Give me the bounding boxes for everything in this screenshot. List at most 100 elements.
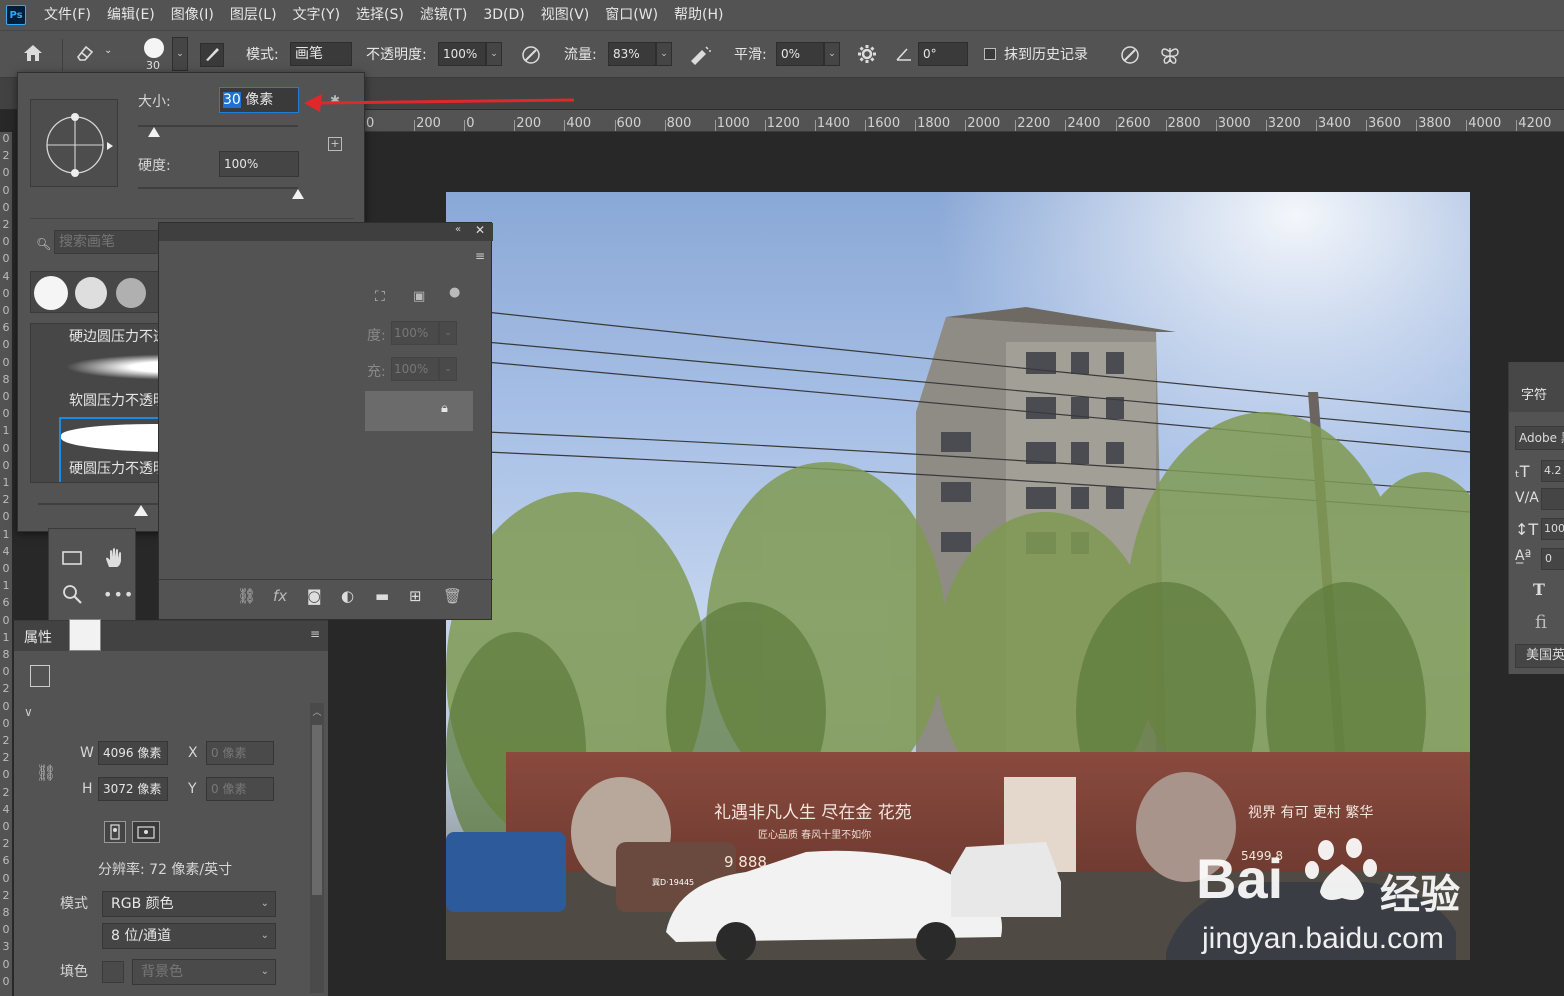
rectangle-tool-icon[interactable] — [61, 547, 85, 571]
airbrush-icon[interactable] — [686, 44, 714, 68]
properties-header[interactable]: 属性 ≡ — [14, 621, 328, 651]
gear-icon[interactable] — [856, 44, 878, 66]
character-tab-label: 字符 — [1521, 388, 1548, 403]
bit-depth-value: 8 位/通道 — [111, 928, 172, 944]
character-tab[interactable]: 字符 — [1509, 362, 1564, 412]
hardness-input[interactable]: 100% — [219, 151, 299, 177]
brush-preview-icon[interactable] — [142, 37, 166, 61]
preview-size-slider-handle[interactable] — [134, 505, 148, 516]
vertical-scale-input[interactable]: 100 — [1541, 518, 1564, 540]
trash-icon[interactable]: 🗑︎ — [443, 587, 462, 605]
baseline-input[interactable]: 0 — [1541, 548, 1564, 570]
x-input[interactable]: 0 像素 — [206, 741, 274, 765]
adjustment-layer-icon[interactable]: ◐ — [341, 587, 354, 605]
home-icon[interactable] — [20, 43, 46, 67]
height-input[interactable]: 3072 像素 — [98, 777, 168, 801]
panel-menu-icon[interactable]: ≡ — [310, 627, 320, 641]
layers-panel-header[interactable]: « ✕ — [159, 223, 493, 241]
menu-item[interactable]: 文件(F) — [36, 0, 99, 30]
smoothing-input[interactable]: 0% — [776, 42, 824, 66]
menu-item[interactable]: 3D(D) — [475, 0, 532, 30]
bit-depth-select[interactable]: 8 位/通道 ⌄ — [102, 923, 276, 949]
group-folder-icon[interactable]: ▬ — [375, 587, 389, 605]
photoshop-logo-icon[interactable]: Ps — [6, 5, 26, 25]
size-slider-track[interactable] — [138, 125, 298, 127]
ruler-tick-mark — [1115, 120, 1117, 131]
brush-settings-panel-icon[interactable] — [200, 43, 224, 67]
brush-tip-preview[interactable] — [30, 99, 118, 187]
menu-item[interactable]: 文字(Y) — [285, 0, 348, 30]
smoothing-dropdown[interactable]: ⌄ — [824, 42, 840, 66]
menu-item[interactable]: 窗口(W) — [597, 0, 666, 30]
mode-label: 模式: — [246, 47, 279, 63]
ruler-left-digit: 0 — [2, 871, 10, 885]
font-size-input[interactable]: 4.2 — [1541, 460, 1564, 482]
flow-dropdown[interactable]: ⌄ — [656, 42, 672, 66]
menu-item[interactable]: 视图(V) — [533, 0, 598, 30]
section-collapse-chevron-icon[interactable]: ∨ — [24, 705, 33, 719]
size-slider-handle[interactable] — [148, 127, 160, 137]
color-mode-select[interactable]: RGB 颜色 ⌄ — [102, 891, 276, 917]
zoom-tool-icon[interactable] — [61, 583, 85, 607]
options-bar: ⌄ 30 ⌄ 模式: 画笔 不透明度: 100% ⌄ 流量: 83% ⌄ 平滑:… — [0, 30, 1564, 78]
document-properties-icon[interactable] — [30, 665, 50, 687]
layer-mask-icon[interactable]: ◙ — [307, 587, 322, 605]
ligature-icon[interactable]: ﬁ — [1535, 612, 1547, 633]
erase-to-history-checkbox[interactable] — [984, 48, 996, 60]
foreground-color-swatch[interactable] — [69, 619, 101, 651]
fill-swatch[interactable] — [102, 961, 124, 983]
symmetry-butterfly-icon[interactable] — [1158, 44, 1182, 68]
fx-icon[interactable]: fx — [273, 587, 287, 605]
angle-input[interactable]: 0° — [918, 42, 968, 66]
kerning-input[interactable] — [1541, 488, 1564, 510]
faux-bold-icon[interactable]: T — [1533, 580, 1545, 599]
panel-menu-icon[interactable]: ≡ — [475, 249, 485, 263]
landscape-orientation-icon[interactable] — [132, 821, 160, 843]
font-family-select[interactable]: Adobe 黑 — [1515, 426, 1564, 450]
language-select[interactable]: 美国英 — [1515, 644, 1564, 668]
lock-artboard-icon[interactable]: ▣ — [413, 289, 425, 304]
horizontal-ruler[interactable]: 0 200 0 200 400 600 800 1000 1200 1400 1600 1800 200… — [360, 110, 1564, 132]
layer-fill-input[interactable]: 100% — [391, 357, 439, 381]
hand-tool-icon[interactable] — [103, 547, 127, 571]
more-tools-icon[interactable]: ••• — [103, 585, 134, 604]
hardness-slider-track[interactable] — [138, 187, 298, 189]
close-icon[interactable]: ✕ — [475, 223, 485, 237]
collapse-icon[interactable]: « — [455, 224, 461, 235]
hardness-slider-handle[interactable] — [292, 189, 304, 199]
flow-input[interactable]: 83% — [608, 42, 656, 66]
layer-opacity-dropdown[interactable]: ⌄ — [439, 321, 457, 345]
menu-item[interactable]: 图层(L) — [222, 0, 285, 30]
menu-item[interactable]: 图像(I) — [163, 0, 222, 30]
opacity-dropdown[interactable]: ⌄ — [486, 42, 502, 66]
background-layer-row[interactable]: 🔒︎ — [365, 391, 473, 431]
ruler-tick-label: 2600 — [1117, 116, 1151, 131]
fill-select[interactable]: 背景色 ⌄ — [132, 959, 276, 985]
new-layer-icon[interactable]: ⊞ — [409, 587, 422, 605]
mode-select[interactable]: 画笔 — [290, 42, 352, 66]
size-input[interactable]: 30 像素 — [219, 87, 299, 113]
layer-fill-dropdown[interactable]: ⌄ — [439, 357, 457, 381]
menu-item[interactable]: 编辑(E) — [99, 0, 163, 30]
pressure-size-icon[interactable] — [1118, 44, 1142, 68]
eraser-tool-icon[interactable] — [72, 43, 98, 67]
vertical-ruler[interactable]: 0 2 0 0 0 2 0 0 4 0 0 6 0 0 8 0 0 1 0 0 1 2 0 1 4 0 1 6 0 1 8 0 2 0 0 2 2 0 2 4… — [0, 132, 12, 996]
portrait-orientation-icon[interactable] — [104, 821, 126, 843]
link-dimensions-icon[interactable]: ⛓ — [36, 763, 56, 782]
tool-preset-chevron-down-icon[interactable]: ⌄ — [104, 45, 112, 56]
width-input[interactable]: 4096 像素 — [98, 741, 168, 765]
menu-item[interactable]: 帮助(H) — [666, 0, 731, 30]
pressure-opacity-icon[interactable] — [518, 44, 544, 68]
menu-item[interactable]: 滤镜(T) — [412, 0, 475, 30]
layer-opacity-input[interactable]: 100% — [391, 321, 439, 345]
properties-scrollbar[interactable]: ︿ — [310, 703, 324, 993]
opacity-input[interactable]: 100% — [438, 42, 486, 66]
brush-picker-dropdown[interactable]: ⌄ — [172, 37, 188, 71]
link-layers-icon[interactable]: ⛓ — [237, 587, 256, 605]
lock-transform-icon[interactable]: ⛶ — [375, 289, 385, 305]
new-preset-icon[interactable]: + — [328, 137, 342, 151]
ruler-left-digit: 0 — [2, 200, 10, 214]
y-input[interactable]: 0 像素 — [206, 777, 274, 801]
menu-item[interactable]: 选择(S) — [348, 0, 412, 30]
lock-all-icon[interactable]: ● — [449, 285, 460, 300]
